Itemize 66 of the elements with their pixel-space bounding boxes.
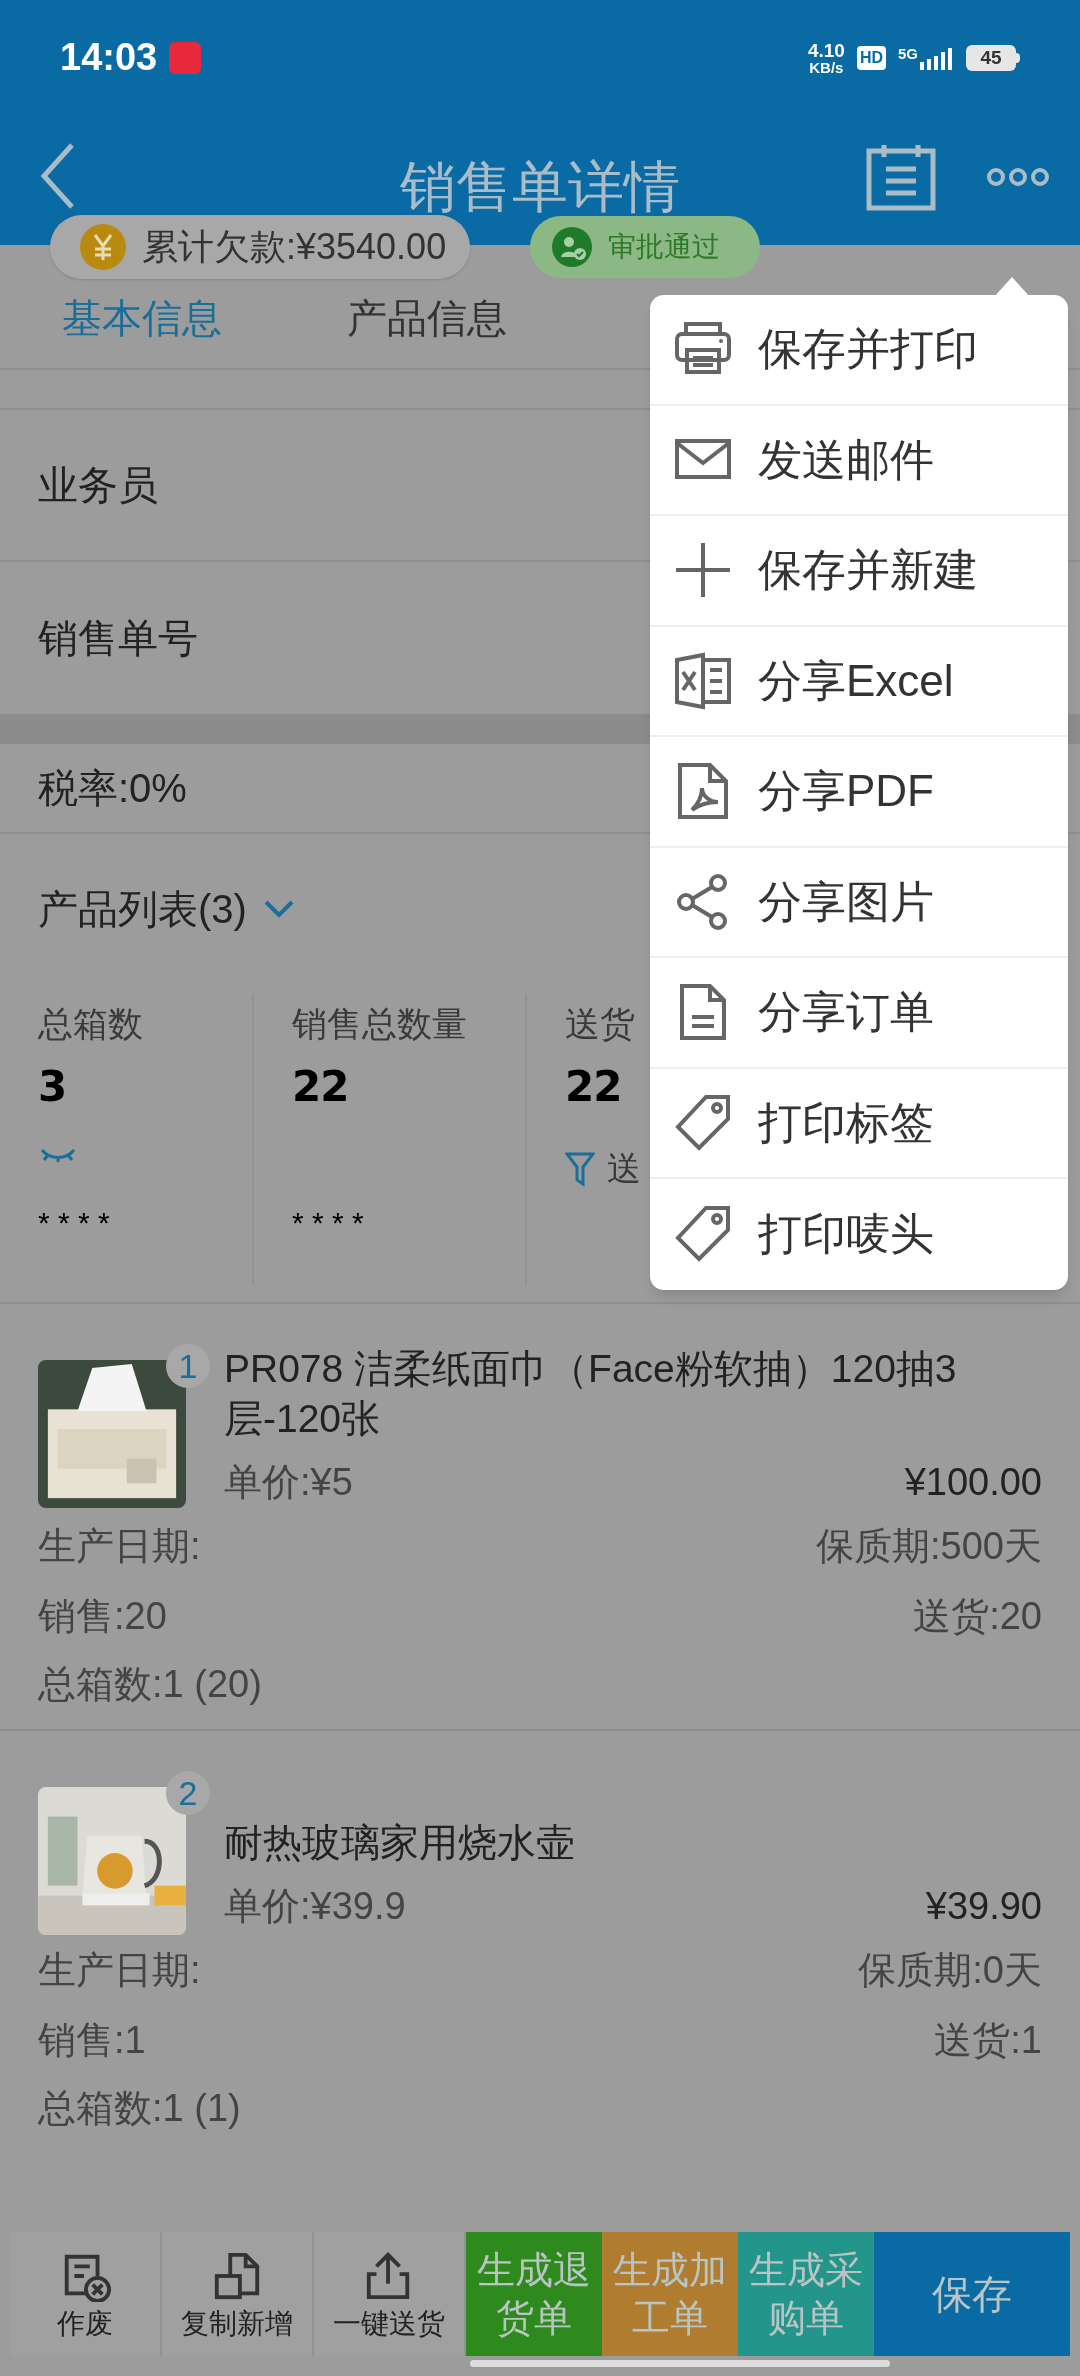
stat-label: 销售总数量 <box>292 1003 468 1045</box>
unit-price: 单价:¥5 <box>224 1460 353 1505</box>
menu-item[interactable]: 发送邮件 <box>650 405 1068 516</box>
sold-quantity: 销售:1 <box>38 2017 146 2063</box>
delivered-quantity: 送货:20 <box>913 1593 1042 1639</box>
stat-value: 22 <box>292 1061 350 1113</box>
plus-icon <box>674 541 732 600</box>
toolbar-button[interactable]: 复制新增 <box>162 2232 314 2356</box>
masked-value: * * * * <box>292 1205 365 1241</box>
approval-status: 审批通过 <box>608 230 721 264</box>
amount: ¥100.00 <box>904 1460 1042 1505</box>
stat-label: 送货 <box>565 1003 636 1045</box>
menu-item[interactable]: 打印标签 <box>650 1068 1068 1179</box>
tax-rate: 税率:0% <box>38 765 187 812</box>
chevron-icon[interactable] <box>262 899 295 919</box>
stat-value: 3 <box>38 1061 68 1113</box>
tag-icon <box>674 1205 732 1264</box>
stat-value: 22 <box>565 1061 623 1113</box>
filter-label: 送 <box>607 1148 641 1189</box>
product-name: 耐热玻璃家用烧水壶 <box>224 1820 576 1866</box>
tab[interactable]: 产品信息 <box>347 288 507 348</box>
item-number: 1 <box>166 1344 210 1388</box>
excel-icon <box>674 651 732 710</box>
amount: ¥39.90 <box>925 1884 1042 1929</box>
section-title: 产品列表(3) <box>38 886 247 933</box>
filter-icon[interactable] <box>565 1150 595 1187</box>
field-label: 业务员 <box>38 462 158 509</box>
menu-item[interactable]: 分享PDF <box>650 737 1068 848</box>
masked-value: * * * * <box>38 1205 111 1241</box>
status-time: 14:03 <box>60 35 158 80</box>
shelf-life: 保质期:500天 <box>816 1523 1042 1569</box>
production-date: 生产日期: <box>38 1523 201 1569</box>
more-icon[interactable] <box>986 167 1050 187</box>
calendar-icon[interactable] <box>866 143 936 211</box>
page-title: 销售单详情 <box>400 154 680 220</box>
unit-price: 单价:¥39.9 <box>224 1884 406 1929</box>
menu-item[interactable]: 保存并打印 <box>650 295 1068 406</box>
eye-closed-icon[interactable] <box>38 1147 78 1163</box>
tag-icon <box>674 1093 732 1152</box>
sold-quantity: 销售:20 <box>38 1593 167 1639</box>
network-type: 5G <box>898 45 918 61</box>
stat-label: 总箱数 <box>38 1003 144 1045</box>
yen-icon <box>80 224 126 270</box>
app-icon <box>169 41 202 74</box>
menu-item[interactable]: 分享Excel <box>650 626 1068 737</box>
field-label: 销售单号 <box>38 615 198 662</box>
battery-level: 45 <box>966 44 1016 71</box>
box-count: 总箱数:1 (1) <box>38 2085 241 2131</box>
product-name: PR078 洁柔纸面巾（Face粉软抽）120抽3层-120张 <box>224 1346 958 1442</box>
menu-item[interactable]: 分享图片 <box>650 847 1068 958</box>
signal-icon <box>920 45 954 70</box>
menu-item[interactable]: 保存并新建 <box>650 516 1068 627</box>
menu-item[interactable]: 分享订单 <box>650 958 1068 1069</box>
toolbar-button[interactable]: 作废 <box>10 2232 162 2356</box>
production-date: 生产日期: <box>38 1947 201 1993</box>
box-count: 总箱数:1 (20) <box>38 1661 262 1707</box>
menu-item[interactable]: 打印唛头 <box>650 1179 1068 1290</box>
debt-text: 累计欠款:¥3540.00 <box>142 225 447 269</box>
net-unit: KB/s <box>809 59 844 75</box>
item-number: 2 <box>166 1771 210 1815</box>
delivered-quantity: 送货:1 <box>934 2017 1042 2063</box>
approved-icon <box>552 227 593 267</box>
hd-badge: HD <box>856 45 886 70</box>
toolbar-button[interactable]: 一键送货 <box>314 2232 466 2356</box>
shelf-life: 保质期:0天 <box>858 1947 1042 1993</box>
net-speed: 4.10 <box>807 40 845 60</box>
